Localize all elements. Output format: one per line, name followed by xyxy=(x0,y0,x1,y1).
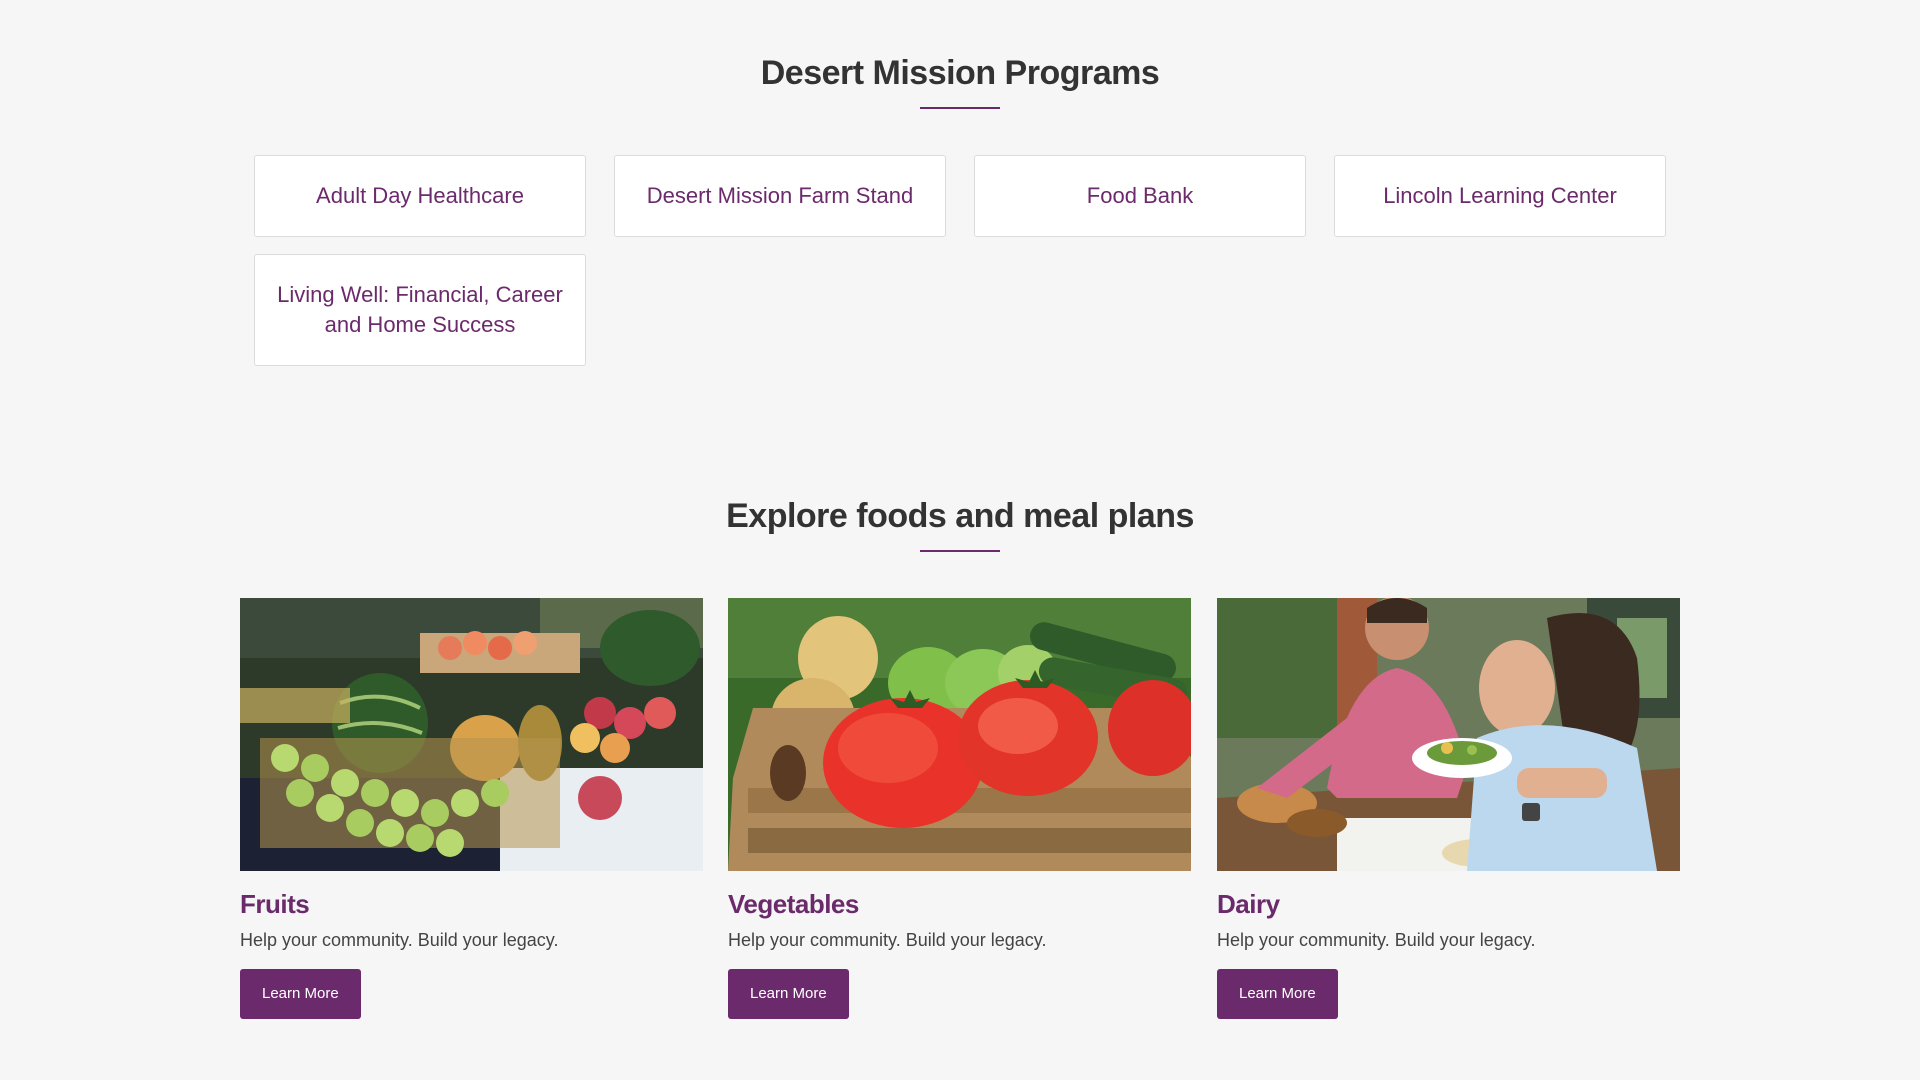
program-card-food-bank[interactable]: Food Bank xyxy=(974,155,1306,237)
learn-more-button[interactable]: Learn More xyxy=(240,969,361,1019)
food-card-description: Help your community. Build your legacy. xyxy=(240,930,559,950)
food-card-fruits: Fruits Help your community. Build your l… xyxy=(240,598,703,1019)
programs-title: Desert Mission Programs xyxy=(760,54,1160,92)
explore-title: Explore foods and meal plans xyxy=(726,497,1194,535)
programs-title-underline xyxy=(920,107,1000,109)
explore-title-underline xyxy=(920,550,1000,552)
learn-more-button[interactable]: Learn More xyxy=(728,969,849,1019)
program-card-living-well[interactable]: Living Well: Financial, Career and Home … xyxy=(254,254,586,366)
program-card-farm-stand[interactable]: Desert Mission Farm Stand xyxy=(614,155,946,237)
food-card-title: Vegetables xyxy=(728,889,859,919)
food-card-title: Dairy xyxy=(1217,889,1280,919)
learn-more-button[interactable]: Learn More xyxy=(1217,969,1338,1019)
food-card-vegetables: Vegetables Help your community. Build yo… xyxy=(728,598,1191,1019)
fruits-image[interactable] xyxy=(240,598,703,871)
food-card-dairy: Dairy Help your community. Build your le… xyxy=(1217,598,1680,1019)
food-card-description: Help your community. Build your legacy. xyxy=(728,930,1047,950)
program-card-adult-day-healthcare[interactable]: Adult Day Healthcare xyxy=(254,155,586,237)
food-card-title: Fruits xyxy=(240,889,310,919)
vegetables-image[interactable] xyxy=(728,598,1191,871)
food-card-description: Help your community. Build your legacy. xyxy=(1217,930,1536,950)
program-card-lincoln-learning-center[interactable]: Lincoln Learning Center xyxy=(1334,155,1666,237)
dairy-image[interactable] xyxy=(1217,598,1680,871)
